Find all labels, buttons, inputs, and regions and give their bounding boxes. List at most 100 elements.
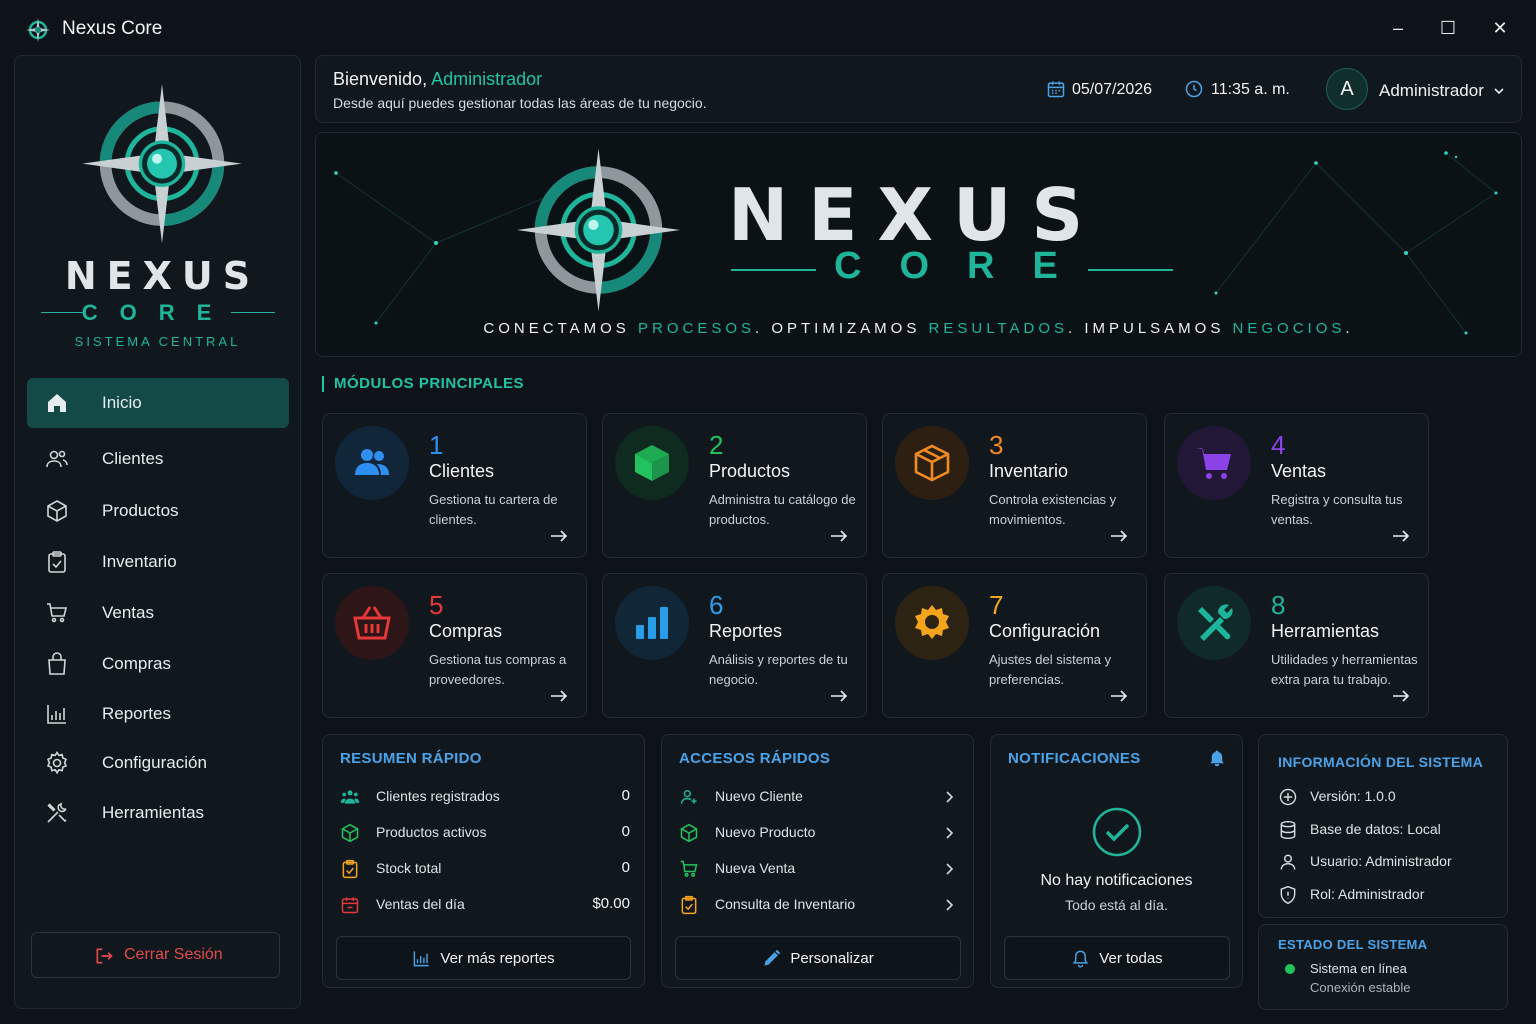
sidebar-item-label: Configuración: [102, 753, 207, 772]
bag-icon: [48, 652, 66, 675]
module-card-reportes[interactable]: 6 Reportes Análisis y reportes de tu negoc…: [602, 573, 867, 718]
header-user-name[interactable]: Administrador: [1379, 81, 1484, 101]
module-number: 5: [429, 590, 444, 620]
basket-icon: [353, 606, 391, 640]
module-icon-wrap: [895, 586, 969, 660]
summary-title: RESUMEN RÁPIDO: [340, 750, 482, 767]
sidebar-item-label: Productos: [102, 501, 179, 520]
summary-label: Ventas del día: [376, 896, 465, 912]
calendar-icon: [1047, 81, 1065, 98]
welcome-user: Administrador: [431, 69, 543, 89]
module-icon-wrap: [335, 586, 409, 660]
module-card-productos[interactable]: 2 Productos Administra tu catálogo de prod…: [602, 413, 867, 558]
sidebar-item-ventas[interactable]: Ventas: [27, 588, 289, 638]
sidebar: NEXUS CORE SISTEMA CENTRAL Inicio Client…: [14, 55, 301, 1009]
module-card-herramientas[interactable]: 8 Herramientas Utilidades y herramientas e…: [1164, 573, 1429, 718]
shield-icon: [1280, 885, 1296, 905]
module-title: Inventario: [989, 461, 1069, 481]
summary-value: $0.00: [592, 895, 630, 912]
module-title: Reportes: [709, 621, 783, 641]
module-description: Gestiona tu cartera de clientes.: [429, 492, 558, 527]
notifications-panel: NOTIFICACIONES No hay notificaciones Tod…: [990, 734, 1243, 988]
sidebar-item-productos[interactable]: Productos: [27, 486, 289, 536]
chevron-down-icon[interactable]: [1492, 84, 1506, 98]
notifications-empty-title: No hay notificaciones: [1040, 872, 1193, 889]
logout-button[interactable]: Cerrar Sesión: [31, 932, 280, 978]
module-icon-wrap: [335, 426, 409, 500]
quick-access-item[interactable]: Nuevo Cliente: [679, 783, 954, 811]
sidebar-item-label: Clientes: [102, 449, 164, 468]
system-info-row: Base de datos: Local: [1278, 816, 1498, 844]
divider: [231, 312, 275, 313]
module-number: 6: [709, 590, 724, 620]
clock-icon: [1185, 80, 1203, 98]
system-info-row: Usuario: Administrador: [1278, 848, 1498, 876]
summary-label: Clientes registrados: [376, 788, 500, 804]
close-button[interactable]: ✕: [1486, 16, 1514, 40]
sidebar-item-reportes[interactable]: Reportes: [27, 689, 289, 739]
chevron-right-icon: [946, 827, 954, 839]
sidebar-item-compras[interactable]: Compras: [27, 639, 289, 689]
welcome-text: Bienvenido, Administrador: [333, 69, 543, 89]
header: Bienvenido, Administrador Desde aquí pue…: [315, 55, 1522, 123]
system-info-title: INFORMACIÓN DEL SISTEMA: [1278, 754, 1483, 770]
header-time: 11:35 a. m.: [1211, 81, 1290, 98]
quick-access-item[interactable]: Consulta de Inventario: [679, 891, 954, 919]
hero-banner: NEXUS CORE CONECTAMOS PROCESOS. OPTIMIZA…: [315, 132, 1522, 357]
module-icon-wrap: [895, 426, 969, 500]
module-card-inventario[interactable]: 3 Inventario Controla existencias y movimi…: [882, 413, 1147, 558]
header-date: 05/07/2026: [1072, 81, 1153, 98]
status-line-1: Sistema en línea: [1310, 961, 1407, 976]
bar-chart-icon: [414, 950, 430, 966]
avatar[interactable]: A: [1326, 68, 1368, 110]
arrow-right-icon: [831, 690, 848, 702]
notifications-title: NOTIFICACIONES: [1008, 750, 1141, 767]
quick-access-item[interactable]: Nuevo Producto: [679, 819, 954, 847]
app-title: Nexus Core: [62, 18, 163, 39]
summary-row: Productos activos 0: [340, 819, 630, 847]
sidebar-item-inicio[interactable]: Inicio: [27, 378, 289, 428]
pencil-icon: [764, 949, 781, 966]
divider: [731, 269, 816, 271]
users-icon: [46, 450, 68, 468]
bell-icon: [1073, 950, 1089, 968]
divider: [1088, 269, 1173, 271]
sidebar-item-inventario[interactable]: Inventario: [27, 537, 289, 587]
view-all-button[interactable]: Ver todas: [1004, 936, 1230, 980]
home-icon: [48, 394, 66, 412]
module-description: Registra y consulta tus ventas.: [1271, 492, 1403, 527]
database-icon: [1280, 820, 1296, 840]
button-label: Personalizar: [790, 949, 874, 967]
module-icon-wrap: [615, 586, 689, 660]
check-circle-icon: [1092, 807, 1142, 857]
plus-circle-icon: [1279, 788, 1297, 806]
bell-icon[interactable]: [1208, 749, 1226, 767]
package-icon: [914, 444, 950, 482]
nexus-logo-icon: [516, 148, 681, 312]
module-card-compras[interactable]: 5 Compras Gestiona tus compras a proveedor…: [322, 573, 587, 718]
minimize-button[interactable]: –: [1384, 16, 1412, 40]
box-icon: [47, 500, 67, 522]
maximize-button[interactable]: ☐: [1434, 16, 1462, 40]
user-icon: [1280, 854, 1296, 870]
customize-button[interactable]: Personalizar: [675, 936, 961, 980]
module-icon-wrap: [615, 426, 689, 500]
button-label: Ver todas: [1099, 949, 1163, 967]
module-icon-wrap: [1177, 586, 1251, 660]
welcome-subtitle: Desde aquí puedes gestionar todas las ár…: [333, 95, 707, 111]
button-label: Ver más reportes: [440, 949, 555, 967]
quick-access-panel: ACCESOS RÁPIDOS Nuevo Cliente Nuevo Prod…: [661, 734, 974, 988]
more-reports-button[interactable]: Ver más reportes: [336, 936, 631, 980]
system-info-label: Rol: Administrador: [1310, 886, 1425, 902]
module-card-configuracion[interactable]: 7 Configuración Ajustes del sistema y pref…: [882, 573, 1147, 718]
user-add-icon: [680, 790, 697, 804]
sidebar-item-herramientas[interactable]: Herramientas: [27, 788, 289, 838]
sidebar-item-configuracion[interactable]: Configuración: [27, 738, 289, 788]
quick-access-item[interactable]: Nueva Venta: [679, 855, 954, 883]
summary-label: Stock total: [376, 860, 442, 876]
module-card-ventas[interactable]: 4 Ventas Registra y consulta tus ventas.: [1164, 413, 1429, 558]
sidebar-item-label: Inventario: [102, 552, 177, 571]
module-card-clientes[interactable]: 1 Clientes Gestiona tu cartera de clientes…: [322, 413, 587, 558]
system-info-row: Rol: Administrador: [1278, 881, 1498, 909]
sidebar-item-clientes[interactable]: Clientes: [27, 434, 289, 484]
